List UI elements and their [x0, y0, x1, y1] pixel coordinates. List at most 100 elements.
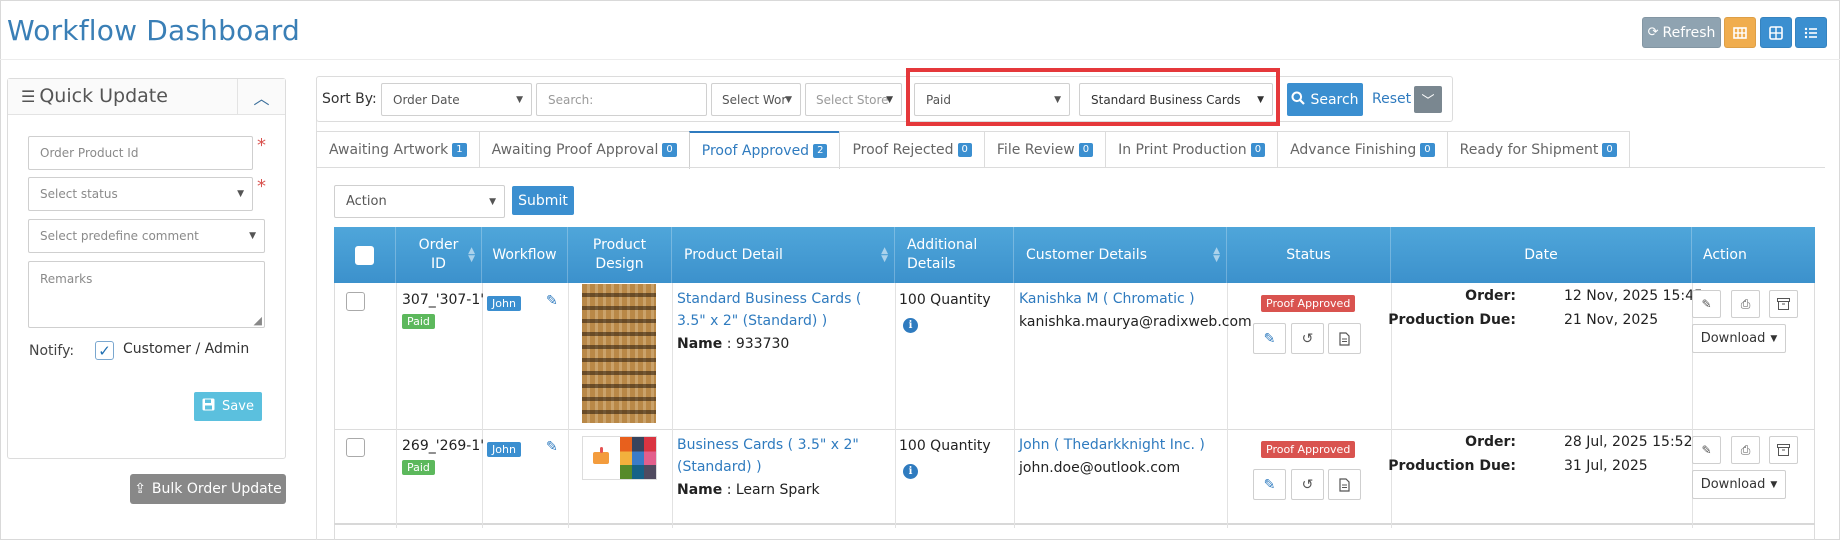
pattern-graphic	[619, 437, 657, 479]
history-button[interactable]: ↺	[1291, 469, 1324, 500]
tab-count-badge: 0	[1250, 142, 1266, 157]
tab-count-badge: 0	[1602, 142, 1617, 157]
tab-proof-approved[interactable]: Proof Approved 2	[688, 131, 841, 169]
header-label: Customer Details	[1026, 246, 1147, 263]
select-all-checkbox[interactable]	[355, 245, 374, 265]
download-dropdown[interactable]: Download ▼	[1692, 324, 1786, 353]
tab-in-print-production[interactable]: In Print Production 0	[1105, 131, 1279, 167]
tab-ready-for-shipment[interactable]: Ready for Shipment 0	[1446, 131, 1630, 167]
status-select[interactable]: Select status ▼	[28, 177, 253, 211]
bulk-order-update-button[interactable]: ⇪ Bulk Order Update	[130, 474, 286, 504]
pencil-icon: ✎	[1263, 330, 1276, 347]
action-select[interactable]: Action ▼	[334, 185, 505, 218]
customer-link[interactable]: Kanishka M ( Chromatic )	[1019, 288, 1195, 310]
workflow-select[interactable]: Select Wor ▼	[711, 83, 801, 116]
search-input[interactable]: Search:	[536, 83, 707, 116]
tabs-divider	[316, 167, 1825, 168]
resize-handle-icon[interactable]: ◢	[254, 314, 262, 327]
store-select-value: Select Store	[816, 92, 889, 107]
edit-pencil-button[interactable]: ✎	[1253, 469, 1286, 500]
download-dropdown[interactable]: Download ▼	[1692, 470, 1786, 499]
edit-square-icon: ✎	[1701, 443, 1712, 457]
remarks-textarea[interactable]: Remarks ◢	[28, 261, 265, 328]
header-status: Status	[1227, 227, 1391, 283]
archive-button[interactable]	[1769, 436, 1798, 464]
tab-advance-finishing[interactable]: Advance Finishing 0	[1277, 131, 1448, 167]
tab-proof-rejected[interactable]: Proof Rejected 0	[839, 131, 985, 167]
name-value: : Learn Spark	[726, 482, 820, 498]
pencil-icon: ✎	[1263, 476, 1276, 493]
header-product-detail[interactable]: Product Detail ▲ ▼	[672, 227, 895, 283]
print-icon: ⎙	[1740, 296, 1751, 311]
header-label: Additional Details	[907, 237, 978, 272]
grid-icon	[1733, 26, 1747, 39]
archive-button[interactable]	[1769, 290, 1798, 318]
action-select-value: Action	[346, 194, 387, 209]
tab-file-review[interactable]: File Review 0	[983, 131, 1107, 167]
document-button[interactable]	[1328, 469, 1361, 500]
edit-workflow-pencil-icon[interactable]: ✎	[546, 293, 558, 309]
edit-order-button[interactable]: ✎	[1692, 436, 1721, 464]
header-label: Status	[1286, 246, 1331, 263]
submit-button[interactable]: Submit	[512, 186, 574, 215]
product-link[interactable]: Standard Business Cards ( 3.5" x 2" (Sta…	[677, 288, 887, 332]
name-label: Name	[677, 336, 723, 352]
product-link[interactable]: Business Cards ( 3.5" x 2" (Standard) )	[677, 434, 877, 478]
grid-view-button[interactable]	[1724, 17, 1756, 48]
edit-order-button[interactable]: ✎	[1692, 290, 1721, 318]
production-due-label: Production Due:	[1388, 312, 1516, 328]
header-label: Order ID	[418, 237, 459, 272]
customer-link[interactable]: John ( Thedarkknight Inc. )	[1019, 434, 1205, 456]
tab-count-badge: 0	[662, 142, 677, 157]
history-icon: ↺	[1301, 476, 1314, 493]
history-button[interactable]: ↺	[1291, 323, 1324, 354]
row-checkbox[interactable]	[346, 438, 365, 457]
collapse-button[interactable]: ︿	[237, 79, 285, 115]
sort-icon: ▲ ▼	[881, 246, 888, 264]
name-value: : 933730	[726, 336, 790, 352]
tab-count-badge: 2	[813, 144, 828, 158]
refresh-button[interactable]: ⟳ Refresh	[1642, 17, 1721, 48]
document-button[interactable]	[1328, 323, 1361, 354]
tab-awaiting-proof-approval[interactable]: Awaiting Proof Approval 0	[478, 131, 690, 167]
reset-link[interactable]: Reset	[1372, 91, 1411, 107]
order-product-id-input[interactable]: Order Product Id	[28, 136, 253, 170]
production-due-value: 31 Jul, 2025	[1564, 458, 1648, 474]
save-button[interactable]: Save	[194, 392, 262, 421]
product-thumbnail[interactable]	[582, 284, 656, 423]
print-button[interactable]: ⎙	[1731, 290, 1760, 318]
header-product-design: Product Design	[568, 227, 672, 283]
row-checkbox[interactable]	[346, 292, 365, 311]
tab-label: In Print Production	[1118, 141, 1247, 158]
edit-workflow-pencil-icon[interactable]: ✎	[546, 439, 558, 455]
order-product-id-placeholder: Order Product Id	[40, 146, 139, 160]
product-thumbnail[interactable]	[582, 436, 657, 480]
store-select[interactable]: Select Store ▼	[805, 83, 902, 116]
notify-label: Notify:	[29, 343, 75, 359]
caret-down-icon: ▼	[886, 94, 893, 105]
list-view-button[interactable]	[1795, 17, 1827, 48]
chevron-down-icon: ▼	[489, 196, 496, 207]
tab-awaiting-artwork[interactable]: Awaiting Artwork 1	[316, 131, 480, 167]
sort-select[interactable]: Order Date ▼	[381, 83, 532, 116]
chevron-down-icon: ▼	[785, 94, 792, 105]
header-customer-details[interactable]: Customer Details ▲ ▼	[1014, 227, 1227, 283]
tab-label: Awaiting Proof Approval	[491, 141, 659, 158]
predefine-comment-select[interactable]: Select predefine comment ▼	[28, 219, 265, 253]
archive-icon	[1777, 298, 1790, 310]
print-button[interactable]: ⎙	[1731, 436, 1760, 464]
more-filters-button[interactable]: ﹀	[1414, 86, 1442, 113]
header-order-id[interactable]: Order ID ▲ ▼	[396, 227, 482, 283]
info-icon[interactable]: i	[903, 318, 918, 333]
quantity: 100 Quantity	[899, 438, 991, 454]
column-divider	[895, 283, 896, 528]
column-divider	[568, 283, 569, 528]
info-icon[interactable]: i	[903, 464, 918, 479]
tile-view-button[interactable]	[1760, 17, 1792, 48]
sort-select-value: Order Date	[393, 92, 460, 107]
edit-pencil-button[interactable]: ✎	[1253, 323, 1286, 354]
search-button[interactable]: Search	[1287, 83, 1363, 116]
search-button-label: Search	[1310, 91, 1359, 108]
notify-checkbox[interactable]	[95, 341, 114, 360]
tab-label: Proof Rejected	[852, 141, 954, 158]
